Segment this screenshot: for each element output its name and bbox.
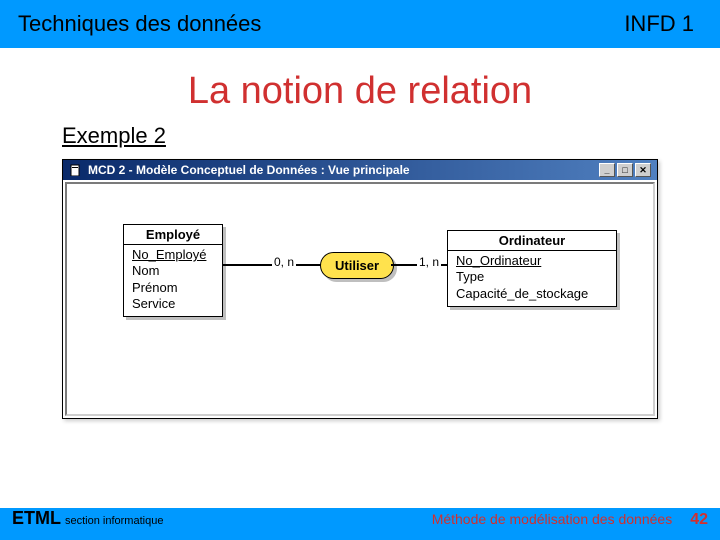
- close-button[interactable]: ✕: [635, 163, 651, 177]
- slide-header: Techniques des données INFD 1: [0, 0, 720, 48]
- footer-method: Méthode de modélisation des données: [432, 511, 673, 527]
- entity-key: No_Ordinateur: [456, 253, 608, 269]
- slide-content: La notion de relation Exemple 2 MCD 2 - …: [0, 48, 720, 508]
- mcd-titlebar: MCD 2 - Modèle Conceptuel de Données : V…: [63, 160, 657, 180]
- minimize-button[interactable]: _: [599, 163, 615, 177]
- cardinality-right: 1, n: [417, 255, 441, 269]
- relation-utiliser: Utiliser: [320, 252, 394, 279]
- entity-attributes: No_Ordinateur Type Capacité_de_stockage: [448, 251, 616, 306]
- entity-attr: Capacité_de_stockage: [456, 286, 608, 302]
- entity-attr: Type: [456, 269, 608, 285]
- entity-employe: Employé No_Employé Nom Prénom Service: [123, 224, 223, 317]
- mcd-window-title: MCD 2 - Modèle Conceptuel de Données : V…: [88, 163, 597, 177]
- footer-section: section informatique: [65, 515, 163, 527]
- slide-subtitle: Exemple 2: [62, 123, 684, 149]
- slide-footer: ETML section informatique Méthode de mod…: [0, 508, 720, 540]
- page-number: 42: [690, 511, 708, 529]
- entity-attr: Prénom: [132, 280, 214, 296]
- slide: Techniques des données INFD 1 La notion …: [0, 0, 720, 540]
- entity-ordinateur: Ordinateur No_Ordinateur Type Capacité_d…: [447, 230, 617, 307]
- entity-attributes: No_Employé Nom Prénom Service: [124, 245, 222, 316]
- mcd-window: MCD 2 - Modèle Conceptuel de Données : V…: [62, 159, 658, 419]
- entity-key: No_Employé: [132, 247, 214, 263]
- document-icon: [69, 163, 83, 177]
- entity-name: Employé: [124, 225, 222, 245]
- mcd-diagram-area: Employé No_Employé Nom Prénom Service 0,…: [65, 182, 655, 416]
- header-right: INFD 1: [624, 11, 694, 37]
- cardinality-left: 0, n: [272, 255, 296, 269]
- slide-title: La notion de relation: [36, 70, 684, 113]
- header-left: Techniques des données: [18, 11, 624, 37]
- entity-attr: Nom: [132, 263, 214, 279]
- footer-brand: ETML: [12, 508, 61, 529]
- entity-name: Ordinateur: [448, 231, 616, 251]
- maximize-button[interactable]: □: [617, 163, 633, 177]
- entity-attr: Service: [132, 296, 214, 312]
